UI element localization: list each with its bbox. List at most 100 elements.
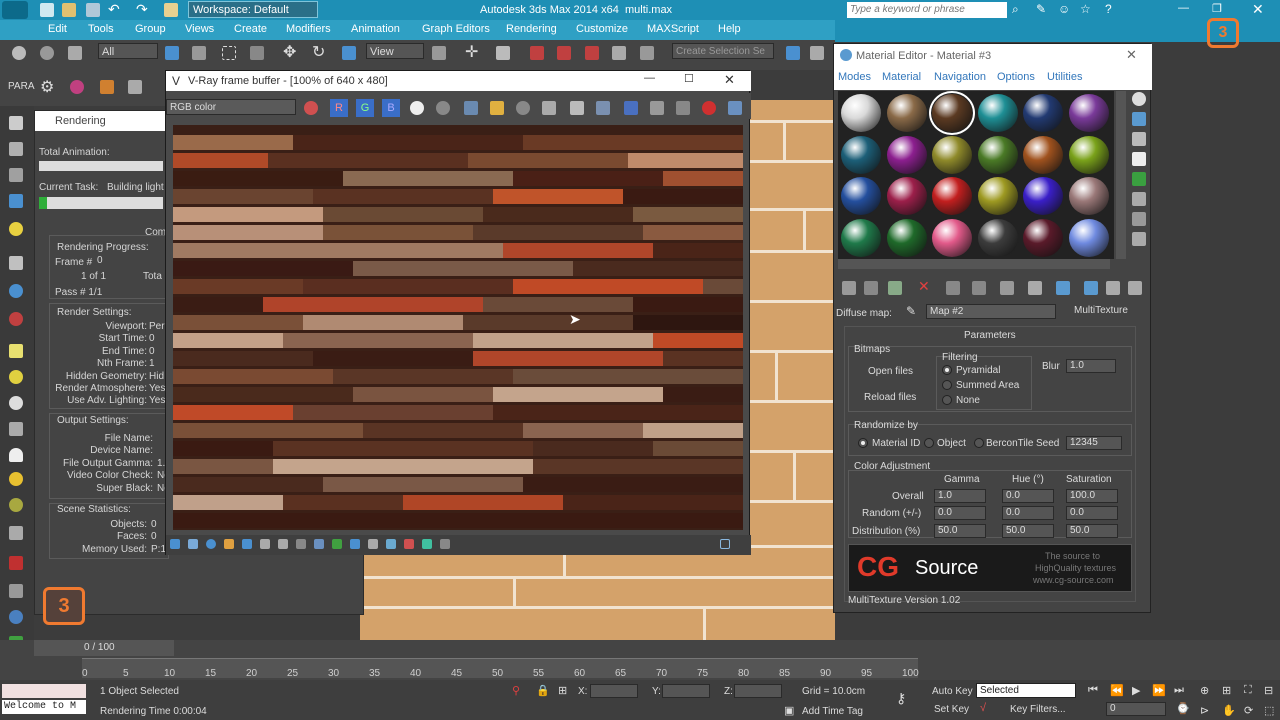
distribution-gamma-input[interactable]: 50.0 [934, 524, 986, 538]
menu-animation[interactable]: Animation [351, 23, 400, 35]
vray-bottom-icon-15[interactable] [422, 539, 432, 549]
blur-input[interactable]: 1.0 [1066, 359, 1116, 373]
close-icon[interactable]: ✕ [1252, 1, 1264, 18]
globe-icon[interactable] [9, 610, 23, 624]
camera-icon[interactable] [9, 256, 23, 270]
radio-summed-area[interactable] [942, 380, 952, 390]
time-configuration-icon[interactable]: ⌚ [1176, 702, 1190, 715]
time-slider[interactable]: 0 / 100 [34, 640, 174, 656]
auto-key-button[interactable]: Auto Key [932, 686, 973, 697]
previous-frame-icon[interactable]: ⏪ [1110, 684, 1124, 697]
material-slot-sphere[interactable] [1067, 217, 1110, 258]
help-icon[interactable]: ? [1105, 2, 1112, 16]
distribution-hue-input[interactable]: 50.0 [1002, 524, 1054, 538]
get-material-icon[interactable] [842, 281, 856, 295]
z-coord-input[interactable] [734, 684, 782, 698]
menu-rendering[interactable]: Rendering [506, 23, 557, 35]
distribution-saturation-input[interactable]: 50.0 [1066, 524, 1118, 538]
slots-horizontal-scrollbar[interactable] [838, 259, 1110, 269]
material-slot-sphere[interactable] [931, 134, 973, 175]
current-frame-input[interactable]: 0 [1106, 702, 1166, 716]
y-coord-input[interactable] [662, 684, 710, 698]
options-icon[interactable] [1132, 212, 1146, 226]
vray-bottom-icon-2[interactable] [188, 539, 198, 549]
vray-bottom-icon-9[interactable] [314, 539, 324, 549]
grey-circle-icon[interactable] [436, 101, 450, 115]
add-time-tag-icon[interactable]: ▣ [784, 704, 794, 717]
go-to-start-icon[interactable]: ⏮ [1088, 684, 1098, 697]
select-object-icon[interactable] [165, 46, 179, 60]
link-to-3ds-icon[interactable] [624, 101, 638, 115]
window-crossing-icon[interactable] [250, 46, 264, 60]
vray-bottom-icon-10[interactable] [332, 539, 342, 549]
cg-source-banner[interactable]: CG Source The source to HighQuality text… [848, 544, 1132, 592]
channel-dropdown[interactable]: RGB color [166, 99, 296, 115]
vray-bottom-icon-8[interactable] [296, 539, 306, 549]
keyboard-shortcut-icon[interactable] [496, 46, 510, 60]
link-icon[interactable] [12, 46, 26, 60]
fov-icon[interactable]: ⊳ [1200, 704, 1209, 717]
menu-tools[interactable]: Tools [88, 23, 114, 35]
background-checker-icon[interactable] [1132, 132, 1146, 146]
material-slot-sphere[interactable] [976, 176, 1019, 216]
maximize-toggle-icon[interactable]: ⬚ [1264, 704, 1274, 717]
key-icon[interactable]: ⚷ [896, 690, 906, 707]
bind-spacewarp-icon[interactable] [68, 46, 82, 60]
material-slot-sphere[interactable] [885, 93, 928, 133]
move-icon[interactable]: ✥ [283, 42, 296, 62]
menu-utilities[interactable]: Utilities [1047, 71, 1082, 83]
save-icon[interactable] [86, 3, 100, 17]
material-slot-sphere[interactable] [929, 91, 975, 135]
cone-primitive-icon[interactable] [9, 448, 23, 462]
material-slot-sphere[interactable] [976, 217, 1019, 258]
material-slot-sphere[interactable] [1022, 93, 1064, 133]
vray-bottom-icon-16[interactable] [440, 539, 450, 549]
material-slot-sphere[interactable] [1067, 134, 1110, 175]
zoom-all-icon[interactable]: ⊞ [1222, 684, 1231, 697]
settings-gear-icon[interactable]: ⚙ [40, 77, 54, 97]
material-slot-sphere[interactable] [1022, 134, 1064, 175]
put-to-library-icon[interactable] [1000, 281, 1014, 295]
material-id-channel-icon[interactable] [1028, 281, 1042, 295]
redo-icon[interactable]: ↷ [136, 1, 148, 18]
menu-views[interactable]: Views [185, 23, 214, 35]
material-slot-sphere[interactable] [1067, 176, 1110, 216]
terrain-icon[interactable] [9, 584, 23, 598]
overall-gamma-input[interactable]: 1.0 [934, 489, 986, 503]
search-input[interactable]: Type a keyword or phrase [847, 2, 1007, 18]
radio-bercontile[interactable] [974, 438, 984, 448]
vray-bottom-icon-6[interactable] [260, 539, 270, 549]
named-selection-dropdown[interactable]: Create Selection Se [672, 43, 774, 59]
material-slot-sphere[interactable] [976, 93, 1019, 133]
reference-coord-dropdown[interactable]: View [366, 43, 424, 59]
vray-bottom-icon-4[interactable] [224, 539, 234, 549]
command-hierarchy-icon[interactable] [9, 168, 23, 182]
uv-tiling-icon[interactable] [1132, 152, 1146, 166]
menu-group[interactable]: Group [135, 23, 166, 35]
blue-channel-button[interactable]: B [382, 99, 400, 117]
stop-render-icon[interactable] [702, 101, 716, 115]
vray-expand-icon[interactable] [720, 539, 730, 549]
maximize-icon[interactable]: ❐ [1212, 2, 1222, 15]
menu-customize[interactable]: Customize [576, 23, 628, 35]
material-slot-sphere[interactable] [1022, 176, 1064, 216]
go-to-parent-icon[interactable] [1106, 281, 1120, 295]
menu-material[interactable]: Material [882, 71, 921, 83]
material-slot-sphere[interactable] [840, 176, 882, 216]
key-filters-button[interactable]: Key Filters... [1010, 704, 1066, 715]
unlink-icon[interactable] [40, 46, 54, 60]
show-end-result-icon[interactable] [1084, 281, 1098, 295]
set-key-button[interactable]: Set Key [934, 704, 969, 715]
sample-type-icon[interactable] [1132, 92, 1146, 106]
zoom-extents-icon[interactable]: ⛶ [1244, 684, 1252, 697]
save-image-icon[interactable] [464, 101, 478, 115]
pan-icon[interactable]: ✋ [1222, 704, 1236, 717]
isolate-selection-icon[interactable]: ⚲ [512, 684, 520, 697]
material-slot-sphere[interactable] [885, 134, 928, 175]
vray-minimize-icon[interactable]: — [644, 72, 655, 84]
sphere-primitive-icon[interactable] [9, 370, 23, 384]
go-forward-sibling-icon[interactable] [1128, 281, 1142, 295]
material-slot-sphere[interactable] [931, 217, 973, 258]
favorites-star-icon[interactable]: ☆ [1080, 2, 1091, 16]
compare-icon[interactable] [676, 101, 690, 115]
